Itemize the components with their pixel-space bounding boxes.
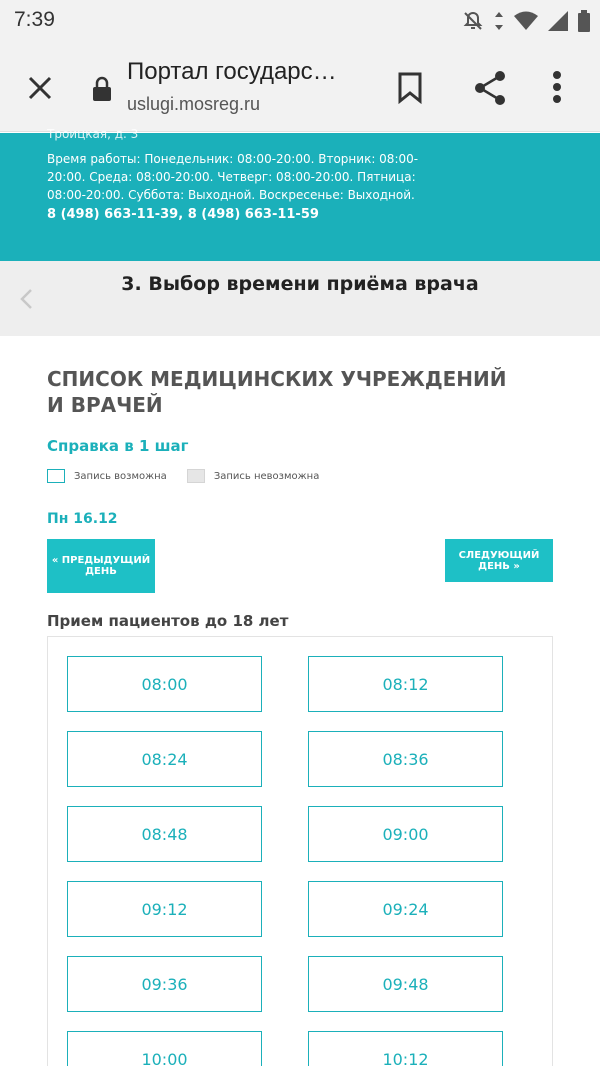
status-time: 7:39 xyxy=(14,8,55,31)
bookmark-icon[interactable] xyxy=(398,72,422,104)
time-slot[interactable]: 10:12 xyxy=(308,1031,503,1066)
wifi-icon xyxy=(514,11,538,30)
section-heading: Список медицинских учреждений и врачей xyxy=(47,367,507,417)
help-link[interactable]: Справка в 1 шаг xyxy=(47,437,189,455)
time-slot[interactable]: 09:24 xyxy=(308,881,503,937)
close-icon[interactable] xyxy=(24,72,56,104)
clinic-hours: Время работы: Понедельник: 08:00-20:00. … xyxy=(47,152,419,202)
clinic-address: Троицкая, д. 3 xyxy=(47,127,139,141)
time-slots-panel: 08:00 08:12 08:24 08:36 08:48 09:00 09:1… xyxy=(47,636,553,1066)
time-slot[interactable]: 09:12 xyxy=(67,881,262,937)
share-icon[interactable] xyxy=(473,70,507,106)
selected-date: Пн 16.12 xyxy=(47,511,118,527)
cellular-signal-icon xyxy=(548,11,568,31)
section-label: Прием пациентов до 18 лет xyxy=(47,612,289,630)
notifications-off-icon xyxy=(463,11,483,30)
browser-toolbar: Портал государс… uslugi.mosreg.ru xyxy=(0,44,600,132)
step-title: 3. Выбор времени приёма врача xyxy=(121,273,479,295)
overflow-menu-icon[interactable] xyxy=(552,70,562,104)
legend-available-swatch xyxy=(47,469,65,483)
step-bar: 3. Выбор времени приёма врача xyxy=(0,261,600,336)
time-slot[interactable]: 08:24 xyxy=(67,731,262,787)
clinic-phones[interactable]: 8 (498) 663-11-39, 8 (498) 663-11-59 xyxy=(47,207,319,222)
time-slot[interactable]: 08:00 xyxy=(67,656,262,712)
battery-icon xyxy=(578,10,590,32)
lock-icon xyxy=(93,76,111,101)
legend: Запись возможна Запись невозможна xyxy=(47,469,319,483)
time-slot[interactable]: 09:48 xyxy=(308,956,503,1012)
legend-unavailable-swatch xyxy=(186,469,205,483)
previous-day-button[interactable]: « ПРЕДЫДУЩИЙ ДЕНЬ xyxy=(47,539,155,593)
page-title: Портал государс… xyxy=(127,58,337,85)
legend-unavailable-label: Запись невозможна xyxy=(213,470,320,482)
time-slot[interactable]: 09:00 xyxy=(308,806,503,862)
time-slot[interactable]: 08:12 xyxy=(308,656,503,712)
time-slot[interactable]: 09:36 xyxy=(67,956,262,1012)
next-day-button[interactable]: СЛЕДУЮЩИЙ ДЕНЬ » xyxy=(445,539,553,582)
time-slot[interactable]: 08:48 xyxy=(67,806,262,862)
clinic-info: Троицкая, д. 3 Время работы: Понедельник… xyxy=(0,127,600,261)
time-slot[interactable]: 10:00 xyxy=(67,1031,262,1066)
page-url[interactable]: uslugi.mosreg.ru xyxy=(127,94,260,115)
status-icons xyxy=(462,10,590,32)
status-bar: 7:39 xyxy=(0,0,600,44)
data-arrows-icon xyxy=(495,12,503,30)
legend-available-label: Запись возможна xyxy=(74,470,167,482)
time-slot[interactable]: 08:36 xyxy=(308,731,503,787)
